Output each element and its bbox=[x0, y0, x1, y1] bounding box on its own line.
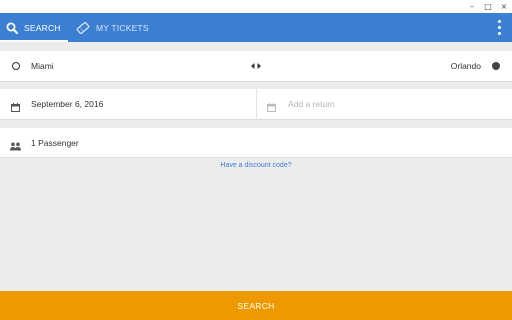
passengers-card[interactable]: 1 Passenger bbox=[0, 128, 512, 158]
people-icon bbox=[10, 138, 21, 156]
origin-marker-icon bbox=[12, 62, 20, 70]
origin-field[interactable]: Miami bbox=[31, 61, 54, 71]
search-button[interactable]: SEARCH bbox=[0, 291, 512, 320]
app-bar: SEARCH MY TICKETS bbox=[0, 13, 512, 42]
departure-date-field[interactable]: September 6, 2016 bbox=[31, 99, 103, 109]
maximize-button[interactable]: □ bbox=[480, 0, 496, 13]
ticket-icon bbox=[76, 21, 96, 34]
destination-marker-icon bbox=[492, 62, 500, 70]
close-button[interactable]: × bbox=[496, 0, 512, 13]
dates-card: September 6, 2016 Add a return bbox=[0, 89, 512, 120]
window-titlebar: – □ × bbox=[0, 0, 512, 13]
route-card: Miami Orlando bbox=[0, 51, 512, 82]
discount-code-link[interactable]: Have a discount code? bbox=[0, 162, 512, 169]
destination-field[interactable]: Orlando bbox=[451, 61, 481, 71]
return-calendar-icon bbox=[267, 99, 276, 117]
selected-tab-indicator bbox=[0, 40, 68, 42]
minimize-button[interactable]: – bbox=[464, 0, 480, 13]
passenger-count: 1 Passenger bbox=[31, 138, 79, 148]
search-icon bbox=[6, 22, 24, 34]
tab-search[interactable]: SEARCH bbox=[0, 13, 68, 42]
swap-horizontal-icon[interactable] bbox=[250, 60, 262, 72]
return-date-field[interactable]: Add a return bbox=[288, 99, 335, 109]
more-vert-icon[interactable] bbox=[496, 20, 502, 35]
tab-my-tickets[interactable]: MY TICKETS bbox=[76, 13, 149, 42]
tab-search-label: SEARCH bbox=[24, 22, 61, 33]
calendar-icon bbox=[11, 99, 20, 117]
date-divider bbox=[256, 89, 257, 120]
tab-my-tickets-label: MY TICKETS bbox=[96, 22, 149, 33]
